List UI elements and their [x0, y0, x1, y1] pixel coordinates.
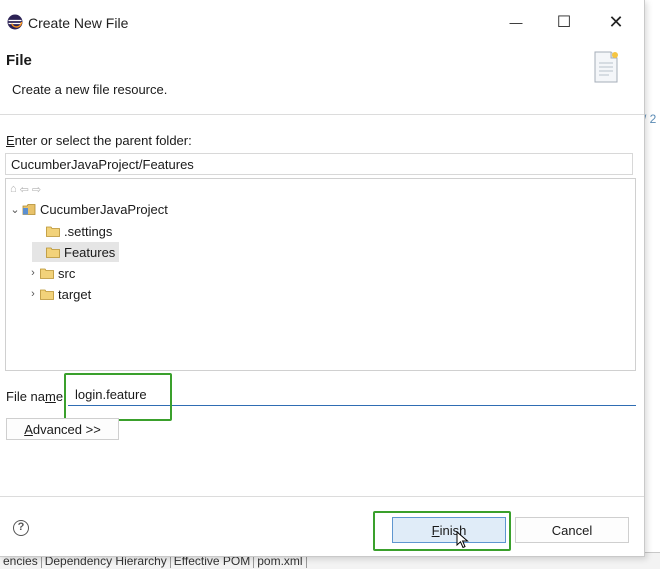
create-new-file-dialog: Create New File — ☐ ✕ File Create a new … — [0, 0, 645, 557]
collapse-chevron-icon[interactable]: ⌄ — [8, 203, 22, 216]
title-bar[interactable]: Create New File — ☐ ✕ — [0, 0, 644, 44]
folder-icon — [40, 289, 54, 300]
file-name-label: File name: — [6, 389, 67, 404]
tree-item-label: target — [58, 286, 92, 302]
parent-folder-label: Enter or select the parent folder: — [6, 133, 192, 148]
eclipse-app-icon — [7, 14, 23, 30]
minimize-button[interactable]: — — [496, 8, 536, 36]
tree-item-label: CucumberJavaProject — [40, 201, 168, 217]
help-icon[interactable]: ? — [13, 520, 29, 536]
wizard-page-description: Create a new file resource. — [12, 82, 168, 97]
tree-item-project[interactable]: ⌄ CucumberJavaProject — [8, 199, 168, 219]
new-file-wizard-icon — [594, 51, 618, 83]
footer-separator — [0, 496, 644, 497]
tree-item-label: Features — [64, 244, 116, 260]
maximize-button[interactable]: ☐ — [544, 8, 584, 36]
home-icon[interactable]: ⌂ — [10, 183, 17, 196]
tree-toolbar: ⌂ ⇦ ⇨ — [10, 183, 41, 196]
close-icon: ✕ — [608, 11, 624, 32]
maximize-icon: ☐ — [556, 14, 572, 31]
wizard-page-title: File — [6, 52, 32, 69]
tree-item-src[interactable]: › src — [26, 263, 75, 283]
folder-tree[interactable]: ⌂ ⇦ ⇨ ⌄ CucumberJavaProject .settings Fe… — [5, 178, 636, 371]
folder-icon — [40, 268, 54, 279]
close-button[interactable]: ✕ — [596, 8, 636, 36]
expand-chevron-icon[interactable]: › — [26, 288, 40, 300]
window-title: Create New File — [28, 15, 129, 31]
expand-chevron-icon[interactable]: › — [26, 267, 40, 279]
advanced-button[interactable]: Advanced >> — [6, 418, 119, 440]
tree-item-settings[interactable]: .settings — [32, 221, 112, 241]
mouse-cursor-icon — [456, 531, 469, 549]
tree-item-target[interactable]: › target — [26, 284, 91, 304]
parent-folder-input[interactable] — [5, 153, 633, 175]
forward-icon[interactable]: ⇨ — [32, 183, 41, 196]
tree-item-label: src — [58, 265, 76, 281]
minimize-icon: — — [509, 14, 523, 30]
back-icon[interactable]: ⇦ — [20, 183, 29, 196]
tree-item-features[interactable]: Features — [32, 242, 120, 262]
folder-icon — [46, 247, 60, 258]
file-name-input[interactable] — [68, 384, 636, 406]
project-icon — [22, 203, 36, 215]
finish-button[interactable]: Finish — [392, 517, 506, 543]
folder-icon — [46, 226, 60, 237]
header-separator — [0, 114, 644, 115]
background-editor-text: / 2 — [643, 112, 657, 126]
tree-item-label: .settings — [64, 223, 113, 239]
cancel-button[interactable]: Cancel — [515, 517, 629, 543]
